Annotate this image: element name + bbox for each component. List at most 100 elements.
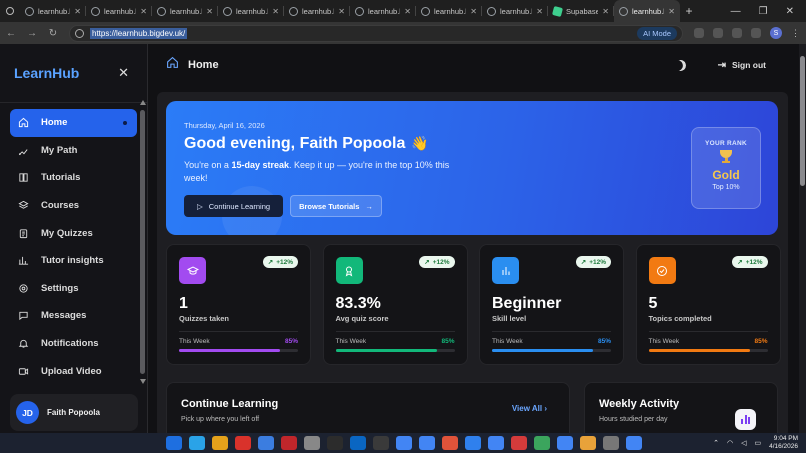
stats-row: ↗ +12% 1 Quizzes taken This Week 85% ↗ +12… bbox=[166, 244, 781, 368]
browser-tab[interactable]: learnhub.b ✕ bbox=[350, 0, 416, 22]
view-all-link[interactable]: View All › bbox=[512, 404, 547, 413]
vscode-icon[interactable] bbox=[465, 436, 481, 450]
extension-icon[interactable] bbox=[713, 28, 723, 38]
tab-label: Supabase bbox=[566, 6, 599, 16]
clock[interactable]: 9:04 PM 4/16/2026 bbox=[769, 435, 798, 451]
user-card[interactable]: JD Faith Popoola bbox=[10, 394, 138, 431]
volume-icon[interactable]: ◁ bbox=[741, 439, 746, 447]
globe-favicon-icon bbox=[223, 6, 232, 16]
stat-percent: 85% bbox=[754, 338, 768, 345]
wifi-icon[interactable]: ◠ bbox=[727, 439, 733, 447]
browser-tab[interactable]: Supabase ✕ bbox=[548, 0, 614, 22]
tab-close-icon[interactable]: ✕ bbox=[206, 7, 213, 16]
opera-icon[interactable] bbox=[281, 436, 297, 450]
sidebar-item-courses[interactable]: Courses bbox=[10, 192, 137, 220]
browser-tab[interactable]: learnhub.b ✕ bbox=[152, 0, 218, 22]
tab-close-icon[interactable]: ✕ bbox=[338, 7, 345, 16]
browse-tutorials-button[interactable]: Browse Tutorials → bbox=[290, 195, 382, 217]
stat-label: Skill level bbox=[492, 314, 527, 323]
kebab-menu-icon[interactable]: ⋮ bbox=[791, 28, 800, 39]
extension-icon[interactable] bbox=[694, 28, 704, 38]
tab-close-icon[interactable]: ✕ bbox=[404, 7, 411, 16]
puzzle-icon[interactable] bbox=[751, 28, 761, 38]
battery-icon[interactable]: ▭ bbox=[754, 439, 761, 447]
mail-icon[interactable] bbox=[258, 436, 274, 450]
files-icon[interactable] bbox=[212, 436, 228, 450]
ai-mode-button[interactable]: AI Mode bbox=[637, 26, 677, 40]
welcome-banner: Thursday, April 16, 2026 Good evening, F… bbox=[166, 101, 778, 235]
browser-tab[interactable]: learnhub.b ✕ bbox=[416, 0, 482, 22]
theme-toggle-moon-icon[interactable] bbox=[673, 58, 687, 72]
sidebar-item-label: My Quizzes bbox=[41, 227, 93, 239]
sign-out-button[interactable]: ⇥ Sign out bbox=[718, 60, 766, 71]
url-input[interactable]: https://learnhub.bigdev.uk/ AI Mode bbox=[69, 24, 683, 42]
app-icon[interactable] bbox=[442, 436, 458, 450]
sidebar-item-tutorials[interactable]: Tutorials bbox=[10, 164, 137, 192]
sidebar-item-tutor-insights[interactable]: Tutor insights bbox=[10, 247, 137, 275]
chatgpt-icon[interactable] bbox=[327, 436, 343, 450]
trend-up-icon: ↗ bbox=[580, 259, 587, 266]
media-icon[interactable] bbox=[235, 436, 251, 450]
page-scrollbar[interactable] bbox=[799, 44, 806, 433]
tab-close-icon[interactable]: ✕ bbox=[470, 7, 477, 16]
app-icon[interactable] bbox=[534, 436, 550, 450]
minimize-icon[interactable]: — bbox=[731, 6, 741, 17]
browser-tab[interactable]: learnhub.b ✕ bbox=[20, 0, 86, 22]
browser-tab[interactable]: learnhub.b ✕ bbox=[218, 0, 284, 22]
close-window-icon[interactable]: ✕ bbox=[786, 6, 794, 17]
chrome-icon[interactable] bbox=[419, 436, 435, 450]
chevron-up-icon[interactable]: ⌃ bbox=[713, 439, 719, 447]
continue-learning-button[interactable]: ▷ Continue Learning bbox=[184, 195, 283, 217]
tab-close-icon[interactable]: ✕ bbox=[272, 7, 279, 16]
new-tab-button[interactable]: + bbox=[680, 4, 698, 18]
greeting: Good evening, Faith Popoola 👋 bbox=[184, 135, 429, 153]
edge-icon[interactable] bbox=[189, 436, 205, 450]
analytics-fab-button[interactable] bbox=[735, 409, 756, 430]
tab-label: learnhub.b bbox=[302, 6, 335, 16]
url-text[interactable]: https://learnhub.bigdev.uk/ bbox=[90, 27, 188, 39]
sidebar-item-home[interactable]: Home bbox=[10, 109, 137, 137]
browser-tab[interactable]: learnhub.b ✕ bbox=[86, 0, 152, 22]
folder-icon[interactable] bbox=[580, 436, 596, 450]
record-icon[interactable] bbox=[511, 436, 527, 450]
tab-close-icon[interactable]: ✕ bbox=[140, 7, 147, 16]
tab-close-icon[interactable]: ✕ bbox=[74, 7, 81, 16]
forward-icon[interactable]: → bbox=[27, 28, 37, 39]
sidebar-item-my-path[interactable]: My Path bbox=[10, 137, 137, 165]
sidebar-item-my-quizzes[interactable]: My Quizzes bbox=[10, 219, 137, 247]
close-sidebar-icon[interactable]: ✕ bbox=[118, 65, 129, 81]
sidebar-scrollbar[interactable] bbox=[139, 100, 146, 384]
tab-label: learnhub.b bbox=[434, 6, 467, 16]
tab-search-icon[interactable] bbox=[0, 0, 20, 22]
app-icon[interactable] bbox=[304, 436, 320, 450]
tab-close-icon[interactable]: ✕ bbox=[536, 7, 543, 16]
stat-value: 5 bbox=[648, 295, 658, 312]
site-info-icon[interactable] bbox=[75, 28, 84, 38]
message-icon bbox=[18, 310, 29, 321]
browser-tab[interactable]: learnhub.b ✕ bbox=[284, 0, 350, 22]
browser-tab[interactable]: learnhub.b ✕ bbox=[614, 0, 680, 22]
settings-icon[interactable] bbox=[626, 436, 642, 450]
sidebar-item-settings[interactable]: Settings bbox=[10, 275, 137, 303]
restore-icon[interactable]: ❐ bbox=[759, 6, 768, 17]
chrome-icon[interactable] bbox=[396, 436, 412, 450]
video-icon bbox=[18, 366, 29, 377]
linkedin-icon[interactable] bbox=[350, 436, 366, 450]
sidebar-item-messages[interactable]: Messages bbox=[10, 302, 137, 330]
trend-value: +12% bbox=[276, 258, 293, 266]
browser-tab[interactable]: learnhub.b ✕ bbox=[482, 0, 548, 22]
profile-avatar[interactable]: S bbox=[770, 27, 782, 39]
sidebar-item-notifications[interactable]: Notifications bbox=[10, 330, 137, 358]
extension-icon[interactable] bbox=[732, 28, 742, 38]
reload-icon[interactable]: ↻ bbox=[48, 28, 58, 39]
app-icon[interactable] bbox=[373, 436, 389, 450]
chrome-icon[interactable] bbox=[488, 436, 504, 450]
tab-close-icon[interactable]: ✕ bbox=[602, 7, 609, 16]
chrome-icon[interactable] bbox=[557, 436, 573, 450]
start-icon[interactable] bbox=[166, 436, 182, 450]
app-icon[interactable] bbox=[603, 436, 619, 450]
sidebar-item-upload-video[interactable]: Upload Video bbox=[10, 357, 137, 383]
back-icon[interactable]: ← bbox=[6, 28, 16, 39]
tab-close-icon[interactable]: ✕ bbox=[668, 7, 675, 16]
brand: LearnHub ✕ bbox=[0, 44, 147, 103]
